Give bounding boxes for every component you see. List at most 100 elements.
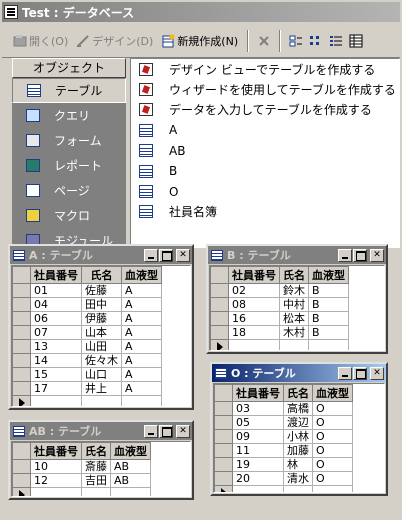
row-selector[interactable] [210,311,229,326]
table-row[interactable]: 03 高橋 O [214,401,353,416]
table-cell[interactable]: A [121,367,162,382]
list-view-icon[interactable] [327,32,345,50]
table-cell[interactable]: B [308,297,349,312]
table-row[interactable]: 20 清水 O [214,471,353,486]
table-row[interactable]: 16 松本 B [210,311,349,326]
table-row[interactable]: 19 林 O [214,457,353,472]
table-row[interactable]: 08 中村 B [210,297,349,312]
row-selector[interactable] [210,325,229,340]
column-header[interactable]: 氏名 [279,266,309,284]
table-cell[interactable]: B [308,283,349,298]
column-header[interactable]: 血液型 [121,266,162,284]
table-cell[interactable]: 12 [30,473,82,488]
minimize-icon[interactable] [338,366,352,380]
row-selector[interactable] [214,443,233,458]
table-cell[interactable] [30,487,82,496]
table-cell[interactable]: 13 [30,339,82,354]
list-item-create-datasheet[interactable]: データを入力してテーブルを作成する [131,100,399,120]
close-icon[interactable]: ✕ [176,248,190,262]
table-cell[interactable]: 20 [232,471,284,486]
table-cell[interactable]: 09 [232,429,284,444]
details-view-icon[interactable] [347,32,365,50]
table-cell[interactable]: 斎藤 [81,459,111,474]
table-cell[interactable]: 16 [228,311,280,326]
object-macros[interactable]: マクロ [12,203,126,228]
title-bar[interactable]: B : テーブル ✕ [208,246,386,264]
table-cell[interactable]: 佐藤 [81,283,122,298]
table-cell[interactable]: O [312,471,353,486]
table-cell[interactable]: A [121,325,162,340]
table-row[interactable]: 15 山口 A [12,367,162,382]
object-pages[interactable]: ページ [12,178,126,203]
table-cell[interactable]: 木村 [279,325,309,340]
row-selector[interactable] [214,457,233,472]
new-record-row[interactable] [210,339,349,350]
table-cell[interactable]: 14 [30,353,82,368]
table-cell[interactable]: B [308,325,349,340]
column-header[interactable]: 氏名 [81,442,111,460]
table-cell[interactable]: 林 [283,457,313,472]
title-bar[interactable]: O : テーブル ✕ [212,364,386,382]
table-cell[interactable]: 04 [30,297,82,312]
database-title-bar[interactable]: Test : データベース [2,2,400,22]
table-cell[interactable] [308,339,349,350]
column-header[interactable]: 社員番号 [30,266,82,284]
table-cell[interactable]: A [121,381,162,396]
column-header[interactable]: 氏名 [81,266,122,284]
table-cell[interactable]: 鈴木 [279,283,309,298]
table-cell[interactable]: 05 [232,415,284,430]
table-row[interactable]: 14 佐々木 A [12,353,162,368]
row-selector[interactable] [12,353,31,368]
row-selector[interactable] [12,459,31,474]
row-selector[interactable] [12,311,31,326]
table-cell[interactable]: 伊藤 [81,311,122,326]
table-cell[interactable]: 山口 [81,367,122,382]
maximize-icon[interactable] [353,366,367,380]
table-cell[interactable]: A [121,297,162,312]
table-row[interactable]: 05 渡辺 O [214,415,353,430]
new-record-row[interactable] [12,487,151,496]
column-header[interactable]: 氏名 [283,384,313,402]
column-header[interactable]: 社員番号 [228,266,280,284]
table-cell[interactable]: AB [110,473,151,488]
row-selector[interactable] [214,415,233,430]
minimize-icon[interactable] [144,424,158,438]
table-row[interactable]: 07 山本 A [12,325,162,340]
list-item-create-wizard[interactable]: ウィザードを使用してテーブルを作成する [131,79,399,99]
table-row[interactable]: 11 加藤 O [214,443,353,458]
title-bar[interactable]: AB : テーブル ✕ [10,422,192,440]
new-record-arrow-icon[interactable] [214,485,233,492]
table-row[interactable]: 01 佐藤 A [12,283,162,298]
select-all-corner[interactable] [210,266,229,284]
table-cell[interactable]: O [312,401,353,416]
table-cell[interactable]: 19 [232,457,284,472]
table-cell[interactable]: 清水 [283,471,313,486]
table-cell[interactable]: 井上 [81,381,122,396]
open-button[interactable]: 開く(O) [10,31,71,51]
table-cell[interactable] [81,395,122,406]
table-cell[interactable]: 加藤 [283,443,313,458]
column-header[interactable]: 社員番号 [232,384,284,402]
table-cell[interactable]: 高橋 [283,401,313,416]
table-row[interactable]: 17 井上 A [12,381,162,396]
table-cell[interactable]: 07 [30,325,82,340]
row-selector[interactable] [12,297,31,312]
table-row[interactable]: 09 小林 O [214,429,353,444]
column-header[interactable]: 血液型 [308,266,349,284]
object-queries[interactable]: クエリ [12,103,126,128]
table-row[interactable]: 06 伊藤 A [12,311,162,326]
table-row[interactable]: 13 山田 A [12,339,162,354]
table-cell[interactable]: 山本 [81,325,122,340]
close-icon[interactable]: ✕ [176,424,190,438]
table-cell[interactable] [279,339,309,350]
table-cell[interactable]: A [121,283,162,298]
table-cell[interactable]: 02 [228,283,280,298]
row-selector[interactable] [12,339,31,354]
row-selector[interactable] [12,283,31,298]
table-cell[interactable]: O [312,429,353,444]
table-cell[interactable]: 渡辺 [283,415,313,430]
minimize-icon[interactable] [144,248,158,262]
table-cell[interactable]: 18 [228,325,280,340]
delete-icon[interactable] [255,32,273,50]
table-cell[interactable]: 田中 [81,297,122,312]
